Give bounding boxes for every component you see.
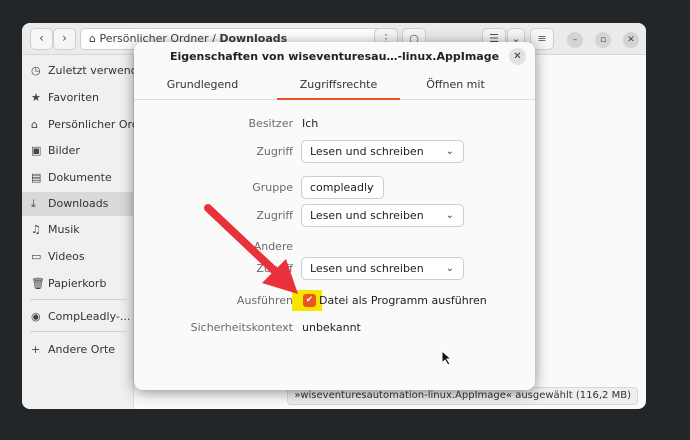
sidebar-item-pictures[interactable]: ▣ Bilder — [22, 139, 134, 163]
forward-button[interactable]: › — [53, 28, 76, 50]
music-icon: ♫ — [31, 223, 41, 236]
hamburger-menu-icon: ≡ — [537, 32, 547, 45]
sidebar-item-label: CompLeadly-... — [48, 310, 131, 323]
sidebar-item-label: Bilder — [48, 144, 80, 157]
sidebar-item-label: Persönlicher Ordner — [48, 118, 134, 131]
execute-checkbox-label[interactable]: Datei als Programm ausführen — [319, 294, 487, 307]
owner-access-label: Zugriff — [256, 145, 293, 158]
chevron-right-icon: › — [62, 31, 67, 45]
group-access-label: Zugriff — [256, 209, 293, 222]
group-dropdown[interactable]: compleadly ⌄ — [301, 176, 384, 199]
back-button[interactable]: ‹ — [30, 28, 53, 50]
execute-checkbox[interactable]: ✔ — [303, 294, 316, 307]
tab-open-with[interactable]: Öffnen mit — [389, 72, 522, 100]
chevron-down-icon: ⌄ — [445, 210, 454, 221]
download-icon: ⤓ — [31, 197, 36, 210]
chevron-down-icon: ⌄ — [365, 182, 374, 193]
sidebar: ◷ Zuletzt verwendet ★ Favoriten ⌂ Persön… — [22, 55, 134, 409]
sidebar-item-label: Dokumente — [48, 171, 112, 184]
sidebar-item-label: Papierkorb — [48, 277, 107, 290]
close-icon: ✕ — [627, 35, 635, 45]
sidebar-item-label: Videos — [48, 250, 85, 263]
sidebar-item-other-locations[interactable]: + Andere Orte — [22, 338, 134, 362]
sidebar-item-label: Zuletzt verwendet — [48, 64, 134, 77]
close-button[interactable]: ✕ — [623, 32, 639, 48]
others-access-value: Lesen und schreiben — [310, 262, 424, 275]
owner-access-dropdown[interactable]: Lesen und schreiben ⌄ — [301, 140, 464, 163]
others-access-dropdown[interactable]: Lesen und schreiben ⌄ — [301, 257, 464, 280]
sidebar-item-documents[interactable]: ▤ Dokumente — [22, 166, 134, 190]
plus-icon: + — [31, 343, 41, 356]
home-icon: ⌂ — [89, 32, 96, 45]
maximize-button[interactable]: ▫ — [595, 32, 611, 48]
others-access-label: Zugriff — [256, 262, 293, 275]
sidebar-divider — [30, 299, 126, 300]
tab-permissions[interactable]: Zugriffsrechte — [272, 72, 405, 100]
group-value: compleadly — [310, 181, 374, 194]
security-context-value: unbekannt — [302, 321, 361, 334]
sidebar-divider — [30, 331, 126, 332]
sidebar-item-label: Musik — [48, 223, 80, 236]
tab-bar: Grundlegend Zugriffsrechte Öffnen mit — [134, 72, 535, 100]
sidebar-item-home[interactable]: ⌂ Persönlicher Ordner — [22, 113, 134, 137]
group-access-value: Lesen und schreiben — [310, 209, 424, 222]
home-icon: ⌂ — [31, 118, 38, 131]
sidebar-item-label: Downloads — [48, 197, 109, 210]
group-label: Gruppe — [252, 181, 293, 194]
chevron-down-icon: ⌄ — [445, 146, 454, 157]
minimize-button[interactable]: – — [567, 32, 583, 48]
mouse-cursor-icon — [441, 350, 453, 366]
sidebar-item-label: Favoriten — [48, 91, 99, 104]
execute-label: Ausführen — [236, 294, 293, 307]
tab-basic[interactable]: Grundlegend — [136, 72, 269, 100]
dialog-title: Eigenschaften von wiseventuresau…-linux.… — [169, 50, 500, 63]
sidebar-item-drive[interactable]: ◉ CompLeadly-... — [22, 305, 134, 329]
others-label: Andere — [253, 240, 293, 253]
clock-icon: ◷ — [31, 64, 41, 77]
disc-icon: ◉ — [31, 310, 41, 323]
document-icon: ▤ — [31, 171, 42, 184]
checkmark-icon: ✔ — [305, 295, 314, 305]
close-icon: ✕ — [513, 51, 522, 62]
minimize-icon: – — [572, 35, 578, 45]
group-access-dropdown[interactable]: Lesen und schreiben ⌄ — [301, 204, 464, 227]
video-icon: ▭ — [31, 250, 42, 263]
star-icon: ★ — [31, 91, 41, 104]
sidebar-item-videos[interactable]: ▭ Videos — [22, 245, 134, 269]
sidebar-item-recent[interactable]: ◷ Zuletzt verwendet — [22, 59, 134, 83]
trash-icon: 🗑 — [31, 277, 45, 290]
image-icon: ▣ — [31, 144, 42, 157]
owner-label: Besitzer — [248, 117, 293, 130]
chevron-left-icon: ‹ — [39, 31, 44, 45]
dialog-close-button[interactable]: ✕ — [509, 48, 526, 65]
security-context-label: Sicherheitskontext — [190, 321, 293, 334]
chevron-down-icon: ⌄ — [445, 263, 454, 274]
sidebar-item-downloads[interactable]: ⤓ Downloads — [22, 192, 134, 216]
owner-access-value: Lesen und schreiben — [310, 145, 424, 158]
maximize-icon: ▫ — [599, 35, 607, 45]
sidebar-item-music[interactable]: ♫ Musik — [22, 218, 134, 242]
sidebar-item-label: Andere Orte — [48, 343, 116, 356]
sidebar-item-favorites[interactable]: ★ Favoriten — [22, 86, 134, 110]
owner-value: Ich — [302, 117, 319, 130]
sidebar-item-trash[interactable]: 🗑 Papierkorb — [22, 272, 134, 296]
